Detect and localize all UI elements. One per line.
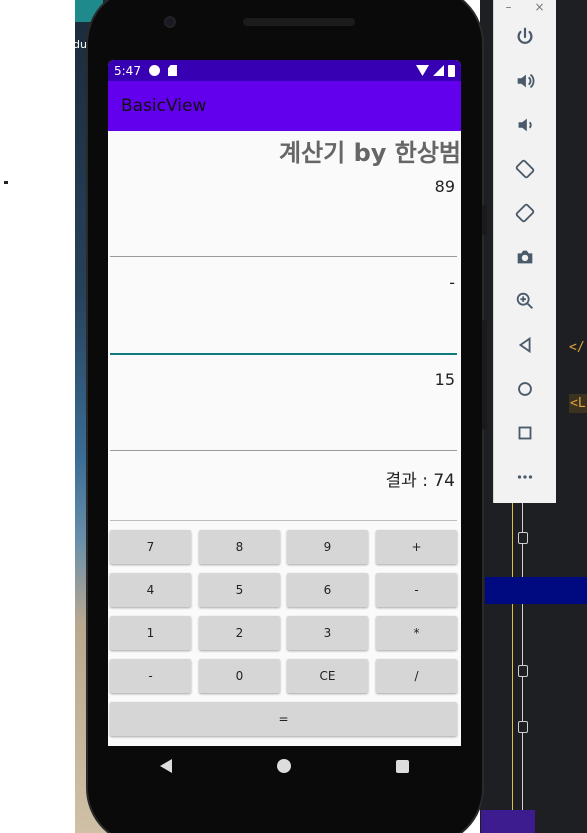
more-icon[interactable] <box>510 462 540 492</box>
desktop-dot <box>4 181 8 184</box>
key-7[interactable]: 7 <box>110 530 191 564</box>
second-operand-field[interactable]: 15 <box>110 370 457 451</box>
android-nav-bar <box>108 746 461 786</box>
home-icon[interactable] <box>510 374 540 404</box>
first-operand-field[interactable]: 89 <box>110 177 457 257</box>
key-divide[interactable]: / <box>376 659 457 693</box>
phone-side-button <box>482 205 487 235</box>
phone-speaker <box>243 18 355 26</box>
app-title: BasicView <box>121 96 207 116</box>
ide-fold-marker[interactable] <box>518 665 528 677</box>
key-minus[interactable]: - <box>376 573 457 607</box>
nav-home-icon[interactable] <box>276 759 291 773</box>
volume-up-icon[interactable] <box>510 66 540 96</box>
sd-card-icon <box>167 65 177 76</box>
desktop-left-area <box>0 0 75 833</box>
desktop-icon-label: du <box>73 38 87 51</box>
zoom-icon[interactable] <box>510 286 540 316</box>
ide-guide-line <box>512 500 513 833</box>
key-3[interactable]: 3 <box>287 616 368 650</box>
status-time: 5:47 <box>114 63 141 78</box>
key-8[interactable]: 8 <box>199 530 280 564</box>
key-9[interactable]: 9 <box>287 530 368 564</box>
rotate-left-icon[interactable] <box>510 154 540 184</box>
phone-screen: 5:47 BasicView 계산기 by 한상범 89 - 15 결과 : 7… <box>108 60 461 746</box>
key-1[interactable]: 1 <box>110 616 191 650</box>
phone-camera <box>164 16 176 28</box>
key-2[interactable]: 2 <box>199 616 280 650</box>
close-button[interactable]: × <box>534 0 544 14</box>
key-4[interactable]: 4 <box>110 573 191 607</box>
key-6[interactable]: 6 <box>287 573 368 607</box>
overview-icon[interactable] <box>510 418 540 448</box>
camera-icon[interactable] <box>510 242 540 272</box>
battery-icon <box>448 64 455 77</box>
second-operand-value: 15 <box>434 370 455 389</box>
ide-selected-line <box>485 577 587 604</box>
result-value: 결과 : 74 <box>385 471 455 491</box>
calculator-title: 계산기 by 한상범 <box>278 139 461 167</box>
operator-value: - <box>449 273 455 292</box>
first-operand-value: 89 <box>434 177 455 196</box>
result-text: 결과 : 74 <box>110 466 457 521</box>
key-equals[interactable]: = <box>110 702 457 736</box>
back-icon[interactable] <box>510 330 540 360</box>
toolbar-window-controls: – × <box>494 0 556 14</box>
signal-icon <box>433 65 444 76</box>
phone-side-button <box>482 320 487 430</box>
minimize-button[interactable]: – <box>505 0 511 14</box>
ide-code-tag: </ <box>569 340 585 355</box>
key-5[interactable]: 5 <box>199 573 280 607</box>
key-negate[interactable]: - <box>110 659 191 693</box>
volume-down-icon[interactable] <box>510 110 540 140</box>
key-plus[interactable]: + <box>376 530 457 564</box>
key-0[interactable]: 0 <box>199 659 280 693</box>
operator-field[interactable]: - <box>110 273 457 355</box>
calculator-content: 계산기 by 한상범 89 - 15 결과 : 74 7 8 9 + 4 5 6… <box>108 131 461 746</box>
ide-status-block <box>481 810 535 833</box>
ide-fold-marker[interactable] <box>518 721 528 733</box>
nav-recents-icon[interactable] <box>395 759 409 773</box>
wifi-icon <box>416 65 429 76</box>
app-bar: BasicView <box>108 81 461 131</box>
key-clear-entry[interactable]: CE <box>287 659 368 693</box>
emulator-toolbar: – × <box>493 0 556 503</box>
status-icons <box>416 64 455 77</box>
notification-icon <box>148 65 160 76</box>
ide-code-tag: <L <box>569 394 587 413</box>
status-bar: 5:47 <box>108 60 461 81</box>
rotate-right-icon[interactable] <box>510 198 540 228</box>
ide-fold-marker[interactable] <box>518 532 528 544</box>
power-icon[interactable] <box>510 22 540 52</box>
nav-back-icon[interactable] <box>160 759 173 773</box>
key-multiply[interactable]: * <box>376 616 457 650</box>
